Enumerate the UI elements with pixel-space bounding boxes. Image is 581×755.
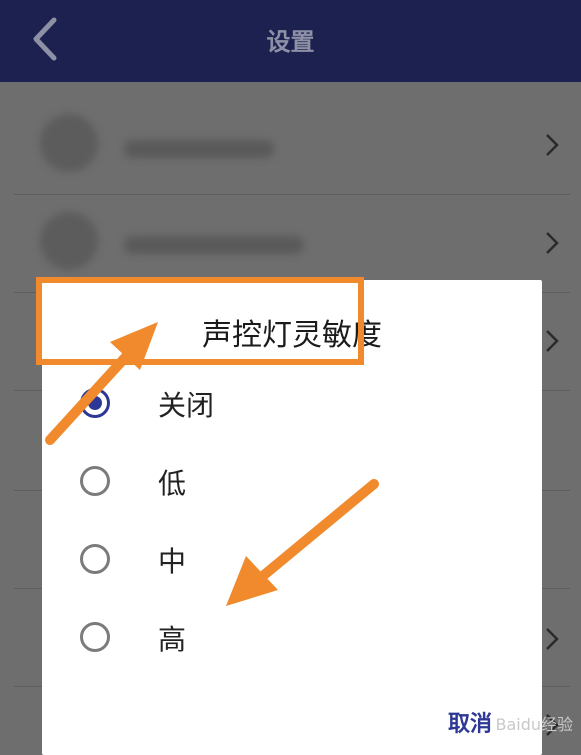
cancel-button[interactable]: 取消 (448, 706, 492, 738)
app-header: 设置 (0, 0, 581, 82)
option-medium[interactable]: 中 (80, 534, 500, 590)
option-label: 关闭 (158, 389, 215, 422)
radio-unchecked-icon[interactable] (80, 466, 110, 496)
chevron-right-icon (546, 628, 559, 650)
page-title: 设置 (266, 28, 315, 56)
chevron-right-icon (546, 134, 559, 156)
option-label: 高 (158, 623, 187, 656)
chevron-right-icon (546, 232, 559, 254)
settings-row[interactable] (14, 96, 570, 195)
radio-checked-icon[interactable] (80, 388, 110, 418)
blurred-icon (40, 212, 98, 270)
blurred-avatar (40, 114, 98, 172)
option-label: 中 (158, 545, 187, 578)
blurred-text (124, 140, 274, 158)
blurred-text (124, 236, 304, 254)
option-low[interactable]: 低 (80, 456, 500, 512)
radio-unchecked-icon[interactable] (80, 622, 110, 652)
option-high[interactable]: 高 (80, 612, 500, 668)
annotation-highlight-box (36, 277, 364, 365)
radio-unchecked-icon[interactable] (80, 544, 110, 574)
watermark: Baidu经验 (495, 715, 573, 734)
option-off[interactable]: 关闭 (80, 378, 500, 434)
chevron-right-icon (546, 330, 559, 352)
option-label: 低 (158, 467, 187, 500)
